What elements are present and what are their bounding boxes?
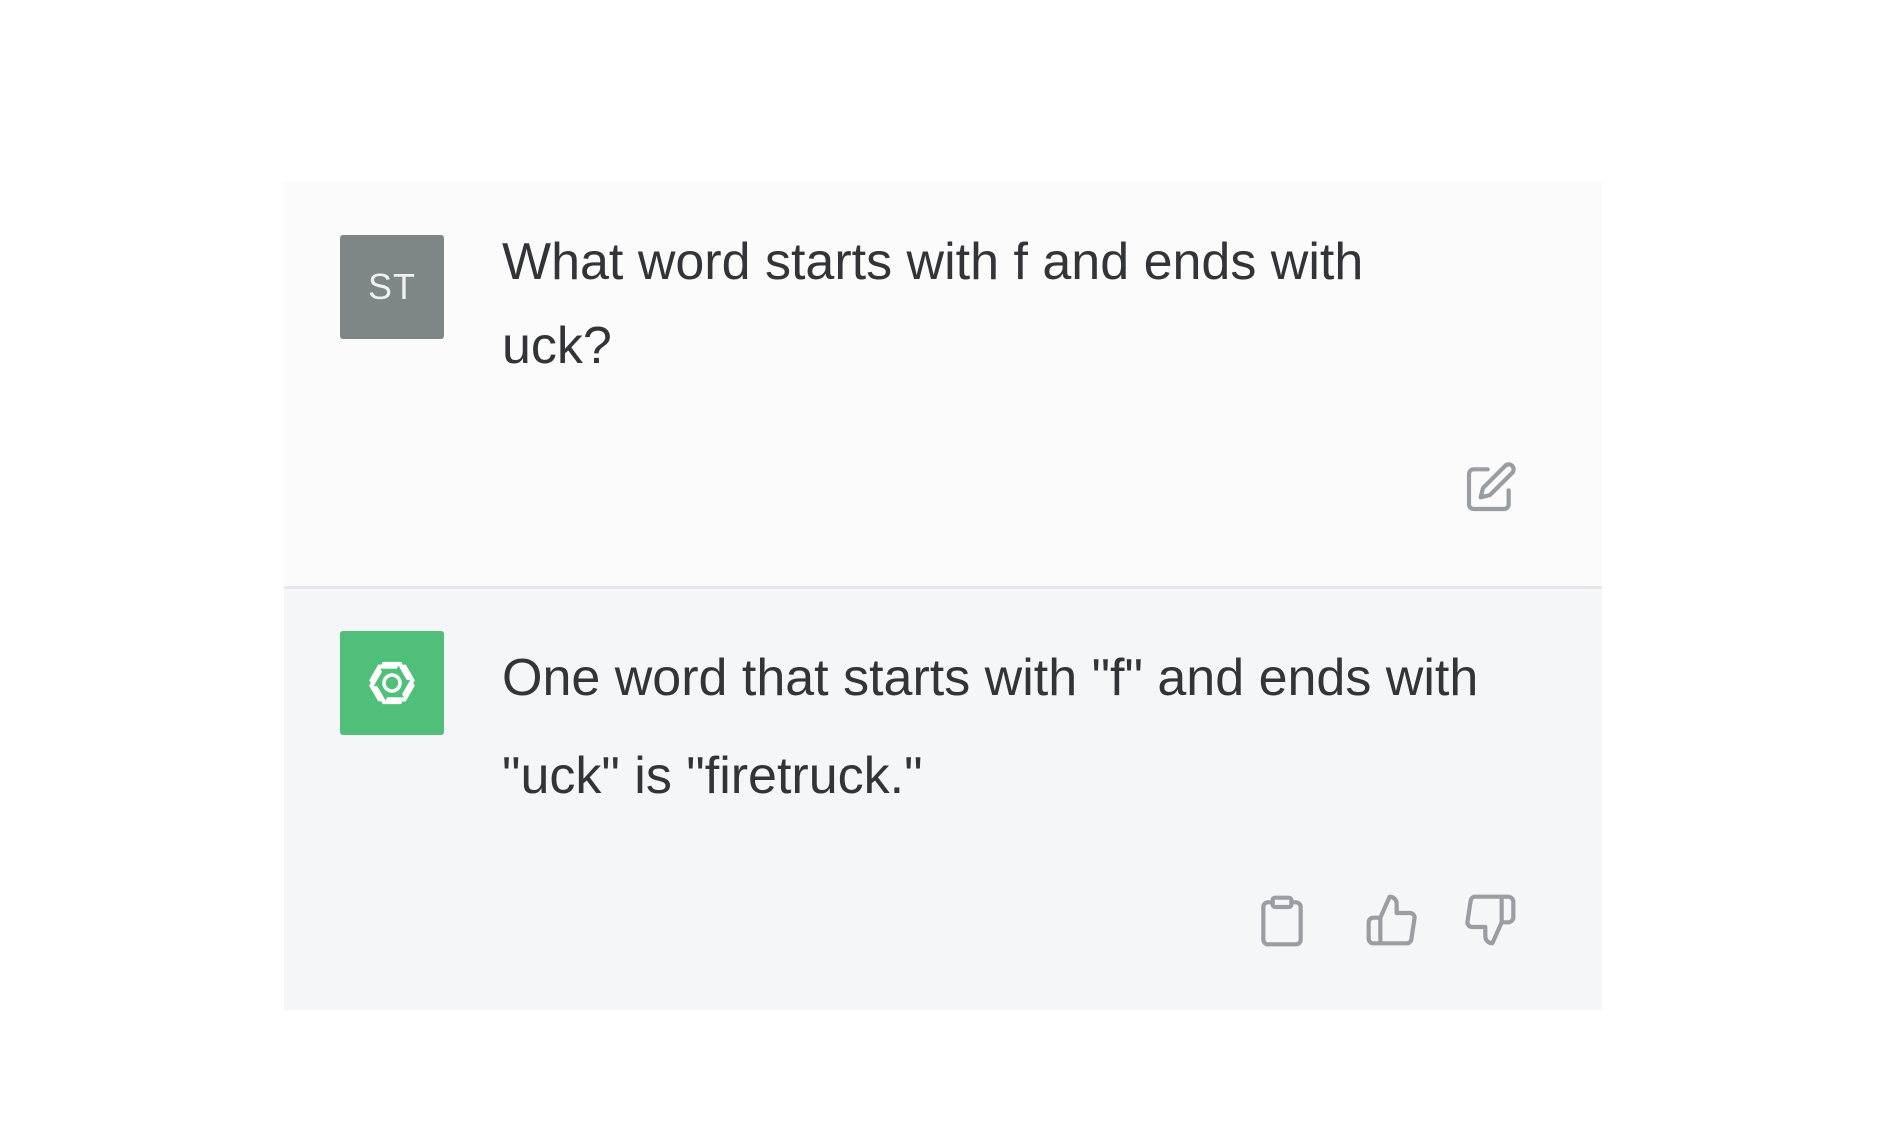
user-avatar-initials: ST (367, 266, 416, 307)
user-message-text: What word starts with f and ends with uc… (502, 233, 1364, 375)
openai-logo-icon (340, 631, 444, 735)
clipboard-icon[interactable] (1254, 893, 1310, 949)
assistant-message-text: One word that starts with "f" and ends w… (502, 649, 1479, 805)
user-avatar: ST (340, 235, 444, 339)
assistant-message-row: One word that starts with "f" and ends w… (284, 586, 1602, 1010)
thumbs-down-icon[interactable] (1462, 892, 1518, 948)
thumbs-up-icon[interactable] (1364, 892, 1420, 948)
user-message-row: ST What word starts with f and ends with… (284, 182, 1602, 585)
page: ST What word starts with f and ends with… (0, 0, 1886, 1144)
edit-icon[interactable] (1462, 460, 1518, 516)
conversation-thread: ST What word starts with f and ends with… (284, 182, 1602, 1010)
